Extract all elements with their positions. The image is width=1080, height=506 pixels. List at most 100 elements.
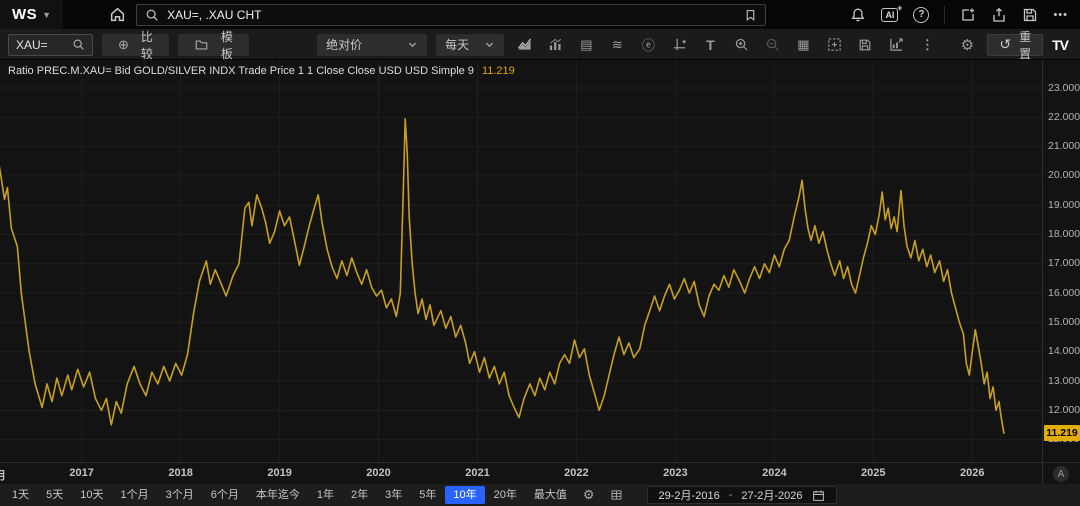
symbol-input[interactable]: XAU= [8,34,93,56]
reset-arrow-icon: ↺ [999,36,1011,53]
gear-icon[interactable]: ⚙ [576,486,602,504]
x-axis-tick-label: 2025 [861,467,885,479]
ws-logo: WS [12,6,37,23]
hamburger-menu-icon[interactable] [77,9,95,21]
reset-button[interactable]: ↺ 重置 [987,34,1043,56]
range-button-3年[interactable]: 3年 [377,486,410,504]
zoom-out-icon[interactable] [761,34,783,56]
chevron-down-icon [484,39,495,50]
search-icon [72,38,85,51]
chart-area: Ratio PREC.M.XAU= Bid GOLD/SILVER INDX T… [0,60,1080,462]
calendar-icon [812,489,825,502]
interval-table-icon[interactable] [603,488,630,502]
expand-snapshot-icon[interactable] [823,34,845,56]
range-button-10天[interactable]: 10天 [72,486,111,504]
notifications-bell-icon[interactable] [850,7,866,23]
interval-value: 每天 [445,36,469,53]
chart-toolbar: XAU= ⊕ 比较 模板 绝对价 每天 ▤ ≋ ⓔ T [0,30,1080,60]
range-button-6个月[interactable]: 6个月 [203,486,247,504]
events-circled-e-icon[interactable]: ⓔ [637,34,659,56]
x-axis-tick-label: 2026 [960,467,984,479]
axis-crosshair-icon[interactable] [668,34,690,56]
x-axis-tick-label: 2017 [69,467,93,479]
ai-assistant-icon[interactable]: AI+ [881,8,898,22]
chevron-down-icon [407,39,418,50]
more-options-icon[interactable]: ••• [1053,9,1068,21]
price-mode-dropdown[interactable]: 绝对价 [317,34,427,56]
home-icon[interactable] [109,6,126,23]
price-y-axis[interactable]: 23.00022.00021.00020.00019.00018.00017.0… [1042,60,1080,462]
toolbar-divider [944,6,945,24]
price-mode-value: 绝对价 [326,36,362,53]
auto-scale-badge[interactable]: A [1053,466,1069,482]
chart-plot[interactable]: Ratio PREC.M.XAU= Bid GOLD/SILVER INDX T… [0,60,1042,462]
x-axis-tick-label: 2023 [663,467,687,479]
new-layout-icon[interactable] [960,7,976,23]
range-button-本年迄今[interactable]: 本年迄今 [248,486,308,504]
price-chart-svg[interactable] [0,60,1042,462]
date-range-field[interactable]: 29-2月-2016 - 27-2月-2026 [647,486,837,504]
waves-overlay-icon[interactable]: ≋ [606,34,628,56]
y-axis-tick-label: 13.000 [1048,375,1080,387]
range-button-1个月[interactable]: 1个月 [113,486,157,504]
range-button-2年[interactable]: 2年 [343,486,376,504]
interval-dropdown[interactable]: 每天 [436,34,504,56]
y-axis-tick-label: 21.000 [1048,140,1080,152]
compare-button[interactable]: ⊕ 比较 [102,34,169,56]
price-line-series [0,119,1004,433]
range-button-10年[interactable]: 10年 [445,486,484,504]
time-x-axis[interactable]: A 月2017201820192020202120222023202420252… [0,462,1080,484]
grid-layout-icon[interactable]: ▦ [792,34,814,56]
y-axis-tick-label: 17.000 [1048,257,1080,269]
text-tool-icon[interactable]: T [699,34,721,56]
range-button-3个月[interactable]: 3个月 [158,486,202,504]
zoom-in-icon[interactable] [730,34,752,56]
gear-icon[interactable]: ⚙ [956,34,978,56]
current-price-badge: 11.219 [1044,425,1080,441]
tradingview-logo[interactable]: TV [1052,37,1072,53]
reset-label: 重置 [1019,28,1031,62]
kebab-menu-icon[interactable]: ⋮ [916,34,938,56]
y-axis-tick-label: 19.000 [1048,199,1080,211]
axis-corner-divider [1042,463,1043,484]
range-button-5年[interactable]: 5年 [411,486,444,504]
chevron-down-icon: ▼ [42,10,51,20]
workspace-logo-menu[interactable]: WS ▼ [0,0,63,29]
range-button-1天[interactable]: 1天 [4,486,37,504]
area-chart-type-icon[interactable] [513,34,535,56]
search-query: XAU=, .XAU CHT [167,8,261,22]
y-axis-tick-label: 18.000 [1048,228,1080,240]
share-icon[interactable] [991,7,1007,23]
template-label: 模板 [221,28,233,62]
folder-icon [194,38,209,52]
date-separator: - [729,489,733,501]
range-button-1年[interactable]: 1年 [309,486,342,504]
y-axis-tick-label: 22.000 [1048,111,1080,123]
bottom-range-bar: 1天5天10天1个月3个月6个月本年迄今1年2年3年5年10年20年最大值 ⚙ … [0,484,1080,506]
range-button-20年[interactable]: 20年 [486,486,525,504]
range-button-group: 1天5天10天1个月3个月6个月本年迄今1年2年3年5年10年20年最大值 [4,486,575,504]
template-button[interactable]: 模板 [178,34,249,56]
range-button-5天[interactable]: 5天 [38,486,71,504]
x-axis-tick-label: 2024 [762,467,786,479]
x-axis-tick-label: 2021 [465,467,489,479]
x-axis-tick-label: 2022 [564,467,588,479]
bookmark-icon[interactable] [744,8,757,22]
stacked-rows-icon[interactable]: ▤ [575,34,597,56]
range-button-最大值[interactable]: 最大值 [526,486,575,504]
save-chart-icon[interactable] [854,34,876,56]
x-axis-tick-label: 2018 [168,467,192,479]
global-search-bar[interactable]: XAU=, .XAU CHT [136,4,766,26]
help-icon[interactable]: ? [913,7,929,23]
search-icon [145,8,159,22]
date-to: 27-2月-2026 [741,487,802,503]
y-axis-tick-label: 23.000 [1048,82,1080,94]
legend-last-value: 11.219 [482,65,515,77]
chart-legend[interactable]: Ratio PREC.M.XAU= Bid GOLD/SILVER INDX T… [8,65,515,77]
x-axis-tick-label: 2020 [366,467,390,479]
export-chart-icon[interactable] [885,34,907,56]
compare-label: 比较 [141,28,153,62]
compare-plus-icon: ⊕ [118,37,129,53]
save-icon[interactable] [1022,7,1038,23]
bar-chart-type-icon[interactable] [544,34,566,56]
